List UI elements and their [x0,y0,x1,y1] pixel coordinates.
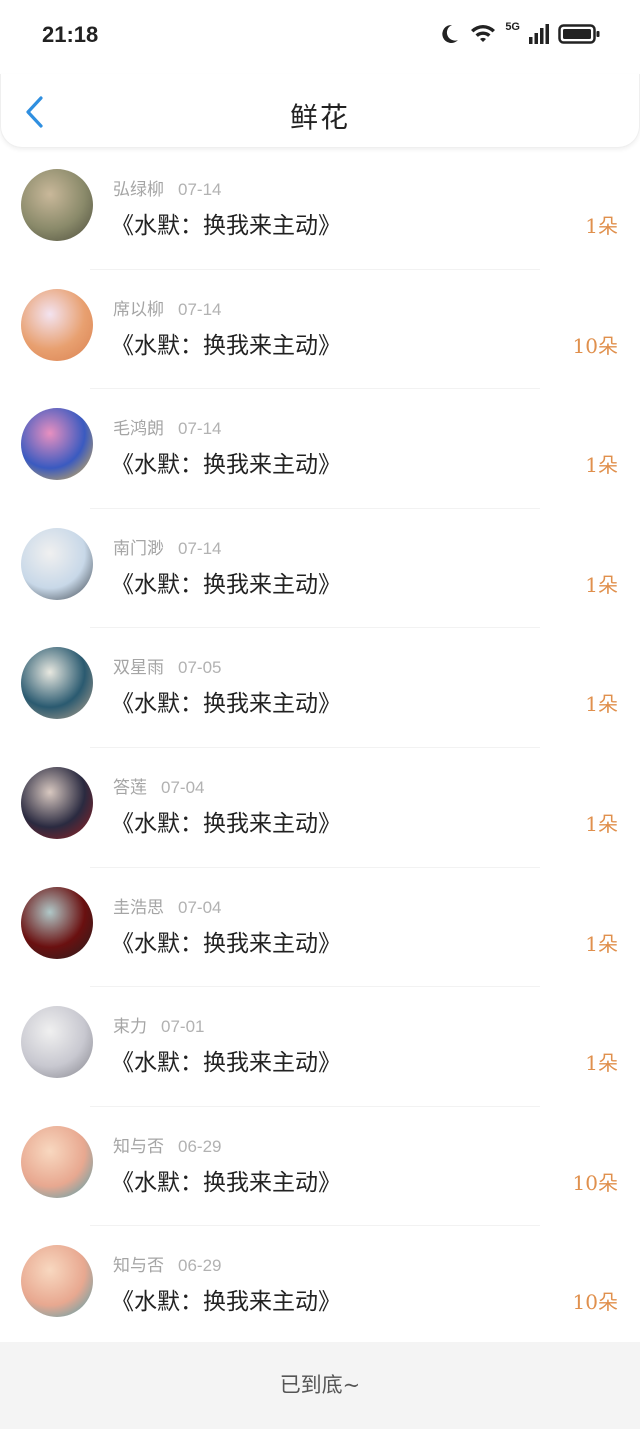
avatar[interactable] [21,1125,93,1198]
user-name: 毛鸿朗 [113,419,164,440]
flower-count: 1朵 [585,1051,618,1076]
user-name: 束力 [113,1017,147,1038]
book-title: 《水默：换我来主动》 [111,691,341,718]
item-date: 07-14 [178,180,222,199]
page-title: 鲜花 [289,101,350,134]
signal-icon [529,24,549,44]
avatar[interactable] [21,408,93,481]
item-date: 07-14 [178,299,222,319]
flower-count: 1朵 [585,572,618,597]
list-item[interactable]: 弘绿柳 07-14 《水默：换我来主动》 1朵 [0,150,640,270]
flower-count: 1朵 [585,811,618,836]
flower-count: 10朵 [572,1170,618,1195]
book-title: 《水默：换我来主动》 [111,571,341,598]
user-name: 圭浩思 [113,897,164,918]
user-name: 南门渺 [113,538,164,559]
avatar[interactable] [21,527,93,600]
user-name: 双星雨 [113,658,164,679]
book-title: 《水默：换我来主动》 [111,1050,341,1077]
wifi-icon [471,25,496,42]
item-meta: 圭浩思 07-04 [113,893,221,918]
item-meta: 知与否 06-29 [113,1132,221,1157]
flower-count: 10朵 [572,1290,618,1315]
item-meta: 束力 07-01 [113,1012,204,1037]
list-item[interactable]: 束力 07-01 《水默：换我来主动》 1朵 [0,987,640,1107]
avatar[interactable] [21,169,93,241]
list-item[interactable]: 席以柳 07-14 《水默：换我来主动》 10朵 [0,270,640,390]
item-date: 07-14 [178,538,222,558]
user-name: 知与否 [113,1256,164,1277]
item-meta: 双星雨 07-05 [113,653,221,678]
user-name: 弘绿柳 [113,180,164,200]
status-bar: 21:18 5G [0,0,640,74]
item-meta: 毛鸿朗 07-14 [113,414,221,439]
list-item[interactable]: 南门渺 07-14 《水默：换我来主动》 1朵 [0,509,640,629]
item-meta: 南门渺 07-14 [113,534,221,559]
item-date: 07-04 [178,897,222,917]
book-title: 《水默：换我来主动》 [111,213,341,239]
list-item[interactable]: 知与否 06-29 《水默：换我来主动》 10朵 [0,1226,640,1346]
item-date: 07-14 [178,419,222,439]
avatar[interactable] [21,1245,93,1318]
flower-count: 1朵 [585,931,618,956]
network-label: 5G [505,21,520,33]
list-item[interactable]: 双星雨 07-05 《水默：换我来主动》 1朵 [0,628,640,748]
list-item[interactable]: 知与否 06-29 《水默：换我来主动》 10朵 [0,1107,640,1227]
item-meta: 答莲 07-04 [113,773,204,798]
avatar[interactable] [21,766,93,839]
flower-count: 1朵 [585,453,618,478]
flower-list: 弘绿柳 07-14 《水默：换我来主动》 1朵 席以柳 07-14 《水默：换我来主动》 10… [0,150,640,1346]
book-title: 《水默：换我来主动》 [111,332,341,359]
item-meta: 知与否 06-29 [113,1251,221,1276]
book-title: 《水默：换我来主动》 [111,810,341,837]
moon-icon [442,24,459,43]
user-name: 席以柳 [113,299,164,320]
avatar[interactable] [21,1006,93,1079]
item-date: 07-05 [178,658,222,678]
item-meta: 弘绿柳 07-14 [113,175,221,200]
item-date: 07-04 [161,777,205,797]
list-item[interactable]: 答莲 07-04 《水默：换我来主动》 1朵 [0,748,640,868]
avatar[interactable] [21,886,93,959]
avatar[interactable] [21,647,93,720]
flower-count: 1朵 [585,692,618,717]
end-of-list: 已到底~ [0,1342,640,1429]
book-title: 《水默：换我来主动》 [111,1169,341,1196]
status-time: 21:18 [42,22,99,47]
battery-icon [558,24,600,44]
item-date: 06-29 [178,1256,222,1276]
list-item[interactable]: 圭浩思 07-04 《水默：换我来主动》 1朵 [0,868,640,988]
book-title: 《水默：换我来主动》 [111,1289,341,1316]
item-date: 06-29 [178,1136,222,1156]
user-name: 知与否 [113,1136,164,1157]
status-icons: 5G [437,21,600,46]
avatar[interactable] [21,288,93,361]
nav-header: 鲜花 [0,74,640,148]
flower-count: 1朵 [585,214,618,238]
book-title: 《水默：换我来主动》 [111,452,341,479]
item-date: 07-01 [161,1017,205,1037]
book-title: 《水默：换我来主动》 [111,930,341,957]
flower-count: 10朵 [572,333,618,358]
item-meta: 席以柳 07-14 [113,295,221,320]
list-item[interactable]: 毛鸿朗 07-14 《水默：换我来主动》 1朵 [0,389,640,509]
user-name: 答莲 [113,777,147,798]
